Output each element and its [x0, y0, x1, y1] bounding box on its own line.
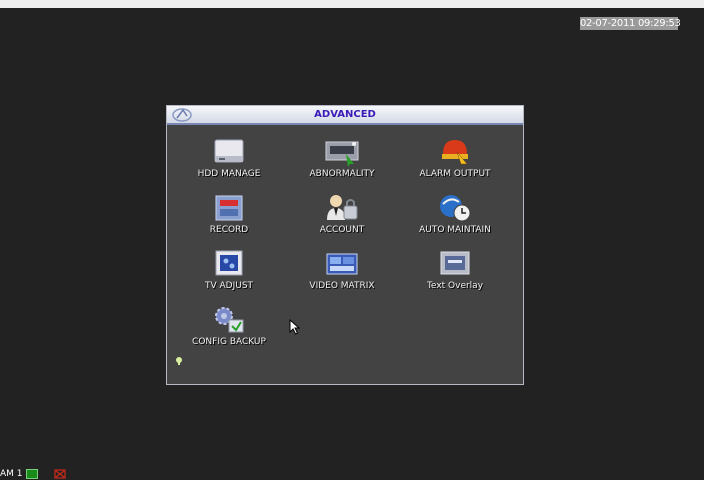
- window-titlebar: ADVANCED: [167, 106, 523, 125]
- config-backup-icon: [215, 307, 244, 333]
- menu-item-abnormality[interactable]: ABNORMALITY: [286, 136, 398, 190]
- tv-adjust-icon: [215, 250, 243, 276]
- menu-item-label: VIDEO MATRIX: [309, 281, 375, 291]
- record-status-icon: [26, 469, 38, 479]
- advanced-menu-window: ADVANCED HDD MANAGE ABNORMALITY ALARM OU…: [166, 105, 524, 385]
- menu-item-text-overlay[interactable]: Text Overlay: [399, 248, 511, 302]
- auto-maintain-icon: [440, 195, 471, 222]
- account-icon: [327, 195, 358, 220]
- video-matrix-icon: [326, 253, 358, 275]
- menu-item-auto-maintain[interactable]: AUTO MAINTAIN: [399, 192, 511, 246]
- status-indicator-icon: [176, 357, 182, 365]
- record-icon: [215, 195, 243, 221]
- datetime-display: 02-07-2011 09:29:53: [580, 17, 681, 30]
- window-title: ADVANCED: [314, 109, 376, 120]
- alarm-status-icon: [54, 469, 66, 479]
- menu-item-video-matrix[interactable]: VIDEO MATRIX: [286, 248, 398, 302]
- top-bar: [0, 0, 704, 8]
- menu-item-config-backup[interactable]: CONFIG BACKUP: [173, 304, 285, 358]
- channel-label: AM 1: [0, 469, 23, 479]
- menu-item-label: TV ADJUST: [204, 281, 254, 291]
- menu-item-record[interactable]: RECORD: [173, 192, 285, 246]
- abnormality-icon: [325, 141, 359, 167]
- mouse-cursor-icon: [289, 319, 301, 335]
- menu-item-account[interactable]: ACCOUNT: [286, 192, 398, 246]
- menu-item-label: ALARM OUTPUT: [419, 169, 491, 179]
- menu-item-label: HDD MANAGE: [197, 169, 261, 179]
- text-overlay-icon: [440, 251, 470, 275]
- menu-item-label: CONFIG BACKUP: [192, 337, 266, 347]
- menu-item-label: ABNORMALITY: [309, 169, 375, 179]
- menu-item-label: RECORD: [209, 225, 249, 235]
- menu-item-tv-adjust[interactable]: TV ADJUST: [173, 248, 285, 302]
- alarm-output-icon: [442, 140, 468, 165]
- menu-item-label: AUTO MAINTAIN: [419, 225, 491, 235]
- menu-item-label: Text Overlay: [426, 281, 484, 291]
- menu-item-alarm-output[interactable]: ALARM OUTPUT: [399, 136, 511, 190]
- hdd-icon: [214, 139, 244, 163]
- menu-item-label: ACCOUNT: [319, 225, 365, 235]
- menu-item-hdd-manage[interactable]: HDD MANAGE: [173, 136, 285, 190]
